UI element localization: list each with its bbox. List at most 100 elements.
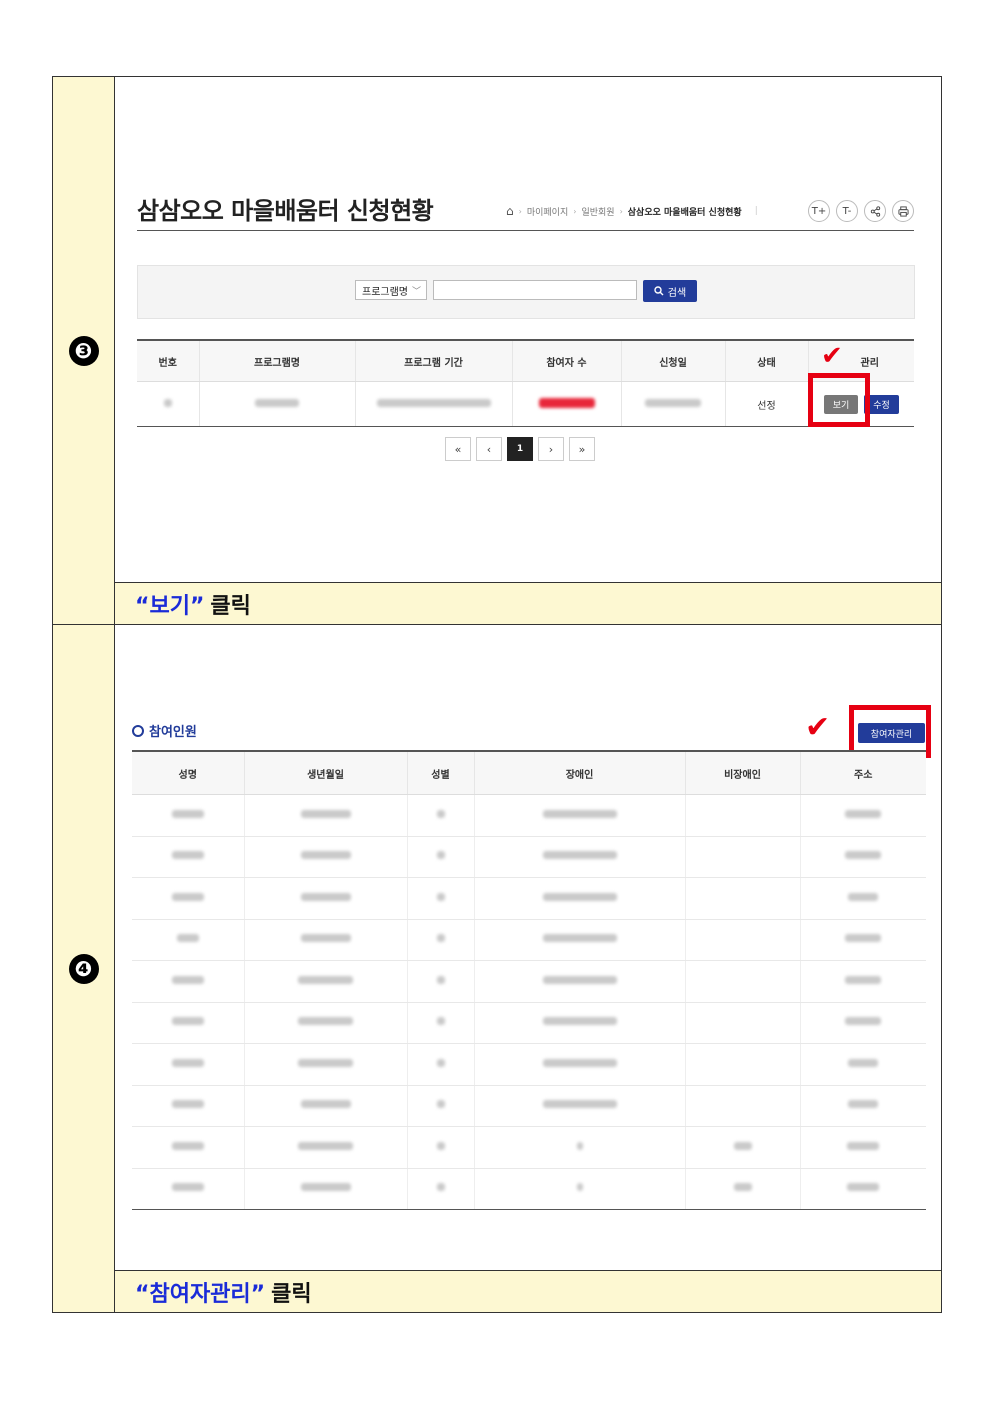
blurred-cell xyxy=(406,1085,474,1127)
step-row-4: ❹ 참여인원 ✔ 참여자관리 성명 생년월일 성별 장애인 비장애인 주소 “참… xyxy=(53,625,941,1312)
search-input[interactable] xyxy=(433,280,637,300)
blurred-cell xyxy=(243,960,407,1003)
blurred-cell xyxy=(406,1168,474,1210)
next-page-button[interactable]: › xyxy=(538,437,564,461)
redacted-text xyxy=(171,975,204,984)
search-button[interactable]: 검색 xyxy=(643,280,697,302)
redacted-text xyxy=(298,1017,353,1026)
screenshot-participants: 참여인원 ✔ 참여자관리 성명 생년월일 성별 장애인 비장애인 주소 xyxy=(115,625,941,1270)
redacted-text xyxy=(542,934,617,943)
blurred-cell xyxy=(473,877,685,920)
redacted-text xyxy=(848,892,879,901)
blurred-cell xyxy=(132,960,244,1003)
column-header: 프로그램명 xyxy=(198,339,355,382)
redacted-text xyxy=(576,1141,583,1150)
column-header: 신청일 xyxy=(620,339,725,382)
table-row: 선정 보기 수정 xyxy=(137,381,914,427)
step-number-cell: ❸ xyxy=(53,77,115,624)
redacted-text xyxy=(542,1058,617,1067)
print-icon[interactable] xyxy=(892,200,914,222)
search-field-select[interactable]: 프로그램명 ﹀ xyxy=(355,280,427,300)
blurred-cell xyxy=(473,1168,685,1210)
share-icon[interactable] xyxy=(864,200,886,222)
redacted-text xyxy=(848,1058,879,1067)
table-row xyxy=(132,877,926,920)
redacted-text xyxy=(733,1183,752,1192)
redacted-text xyxy=(436,809,445,818)
blurred-cell xyxy=(406,1002,474,1044)
redacted-text xyxy=(436,1141,445,1150)
redacted-text xyxy=(436,851,445,860)
blurred-cell xyxy=(243,1002,407,1044)
font-increase-button[interactable]: T+ xyxy=(808,200,830,222)
blurred-cell xyxy=(406,794,474,837)
step-row-3: ❸ 삼삼오오 마을배움터 신청현황 ⌂ › 마이페이지 › 일반회원 › 삼삼오… xyxy=(53,77,941,625)
blurred-cell xyxy=(473,1126,685,1169)
step-number-4: ❹ xyxy=(68,953,99,984)
caption-target: “보기” xyxy=(135,593,205,619)
table-row xyxy=(132,836,926,878)
blurred-cell xyxy=(243,794,407,837)
blurred-cell xyxy=(799,919,926,961)
blurred-cell xyxy=(799,794,926,837)
blurred-cell xyxy=(243,1168,407,1210)
blurred-cell xyxy=(684,960,800,1003)
redacted-text xyxy=(733,1141,752,1150)
column-header: 생년월일 xyxy=(243,750,407,795)
table-row xyxy=(132,919,926,961)
screenshot-application-status: 삼삼오오 마을배움터 신청현황 ⌂ › 마이페이지 › 일반회원 › 삼삼오오 … xyxy=(115,77,941,582)
redacted-text xyxy=(436,975,445,984)
blurred-cell xyxy=(137,381,199,427)
redacted-text xyxy=(845,851,882,860)
blurred-cell xyxy=(406,1126,474,1169)
redacted-text xyxy=(845,975,882,984)
blurred-cell xyxy=(799,836,926,878)
home-icon[interactable]: ⌂ xyxy=(506,204,514,218)
bullet-ring-icon xyxy=(132,724,144,737)
page-tools: T+ T- xyxy=(808,200,914,222)
blurred-cell xyxy=(799,1085,926,1127)
blurred-cell xyxy=(799,960,926,1003)
prev-page-button[interactable]: ‹ xyxy=(476,437,502,461)
search-panel: 프로그램명 ﹀ 검색 xyxy=(137,265,915,319)
redacted-text xyxy=(171,809,204,818)
last-page-button[interactable]: » xyxy=(569,437,595,461)
blurred-cell xyxy=(511,381,621,427)
blurred-cell xyxy=(243,877,407,920)
blurred-cell xyxy=(243,1085,407,1127)
breadcrumb-item[interactable]: 일반회원 xyxy=(581,205,614,218)
blurred-cell xyxy=(473,919,685,961)
pagination: « ‹ 1 › » xyxy=(445,437,595,461)
caption-target: “참여자관리” xyxy=(135,1281,266,1307)
redacted-text xyxy=(542,851,617,860)
redacted-text xyxy=(171,1058,204,1067)
select-label: 프로그램명 xyxy=(362,286,408,298)
redacted-text xyxy=(542,1017,617,1026)
blurred-cell xyxy=(620,381,725,427)
blurred-cell xyxy=(406,919,474,961)
redacted-text xyxy=(298,1058,353,1067)
breadcrumb-item[interactable]: 마이페이지 xyxy=(527,205,568,218)
section-title-text: 참여인원 xyxy=(149,725,197,740)
blurred-cell xyxy=(799,877,926,920)
blurred-cell xyxy=(406,960,474,1003)
chevron-down-icon: ﹀ xyxy=(412,286,422,297)
font-decrease-button[interactable]: T- xyxy=(836,200,858,222)
redacted-text xyxy=(300,934,351,943)
blurred-cell xyxy=(132,877,244,920)
table-row xyxy=(132,1168,926,1210)
page-number-current[interactable]: 1 xyxy=(507,437,533,461)
blurred-cell xyxy=(684,877,800,920)
checkmark-annotation: ✔ xyxy=(821,341,843,371)
column-header: 상태 xyxy=(724,339,808,382)
blurred-cell xyxy=(354,381,512,427)
blurred-cell xyxy=(406,877,474,920)
blurred-cell xyxy=(684,1085,800,1127)
redacted-text xyxy=(542,975,617,984)
blurred-cell xyxy=(684,1126,800,1169)
search-button-label: 검색 xyxy=(667,287,687,299)
table-row xyxy=(132,1085,926,1127)
column-header: 참여자 수 xyxy=(511,339,621,382)
blurred-cell xyxy=(243,1043,407,1086)
first-page-button[interactable]: « xyxy=(445,437,471,461)
